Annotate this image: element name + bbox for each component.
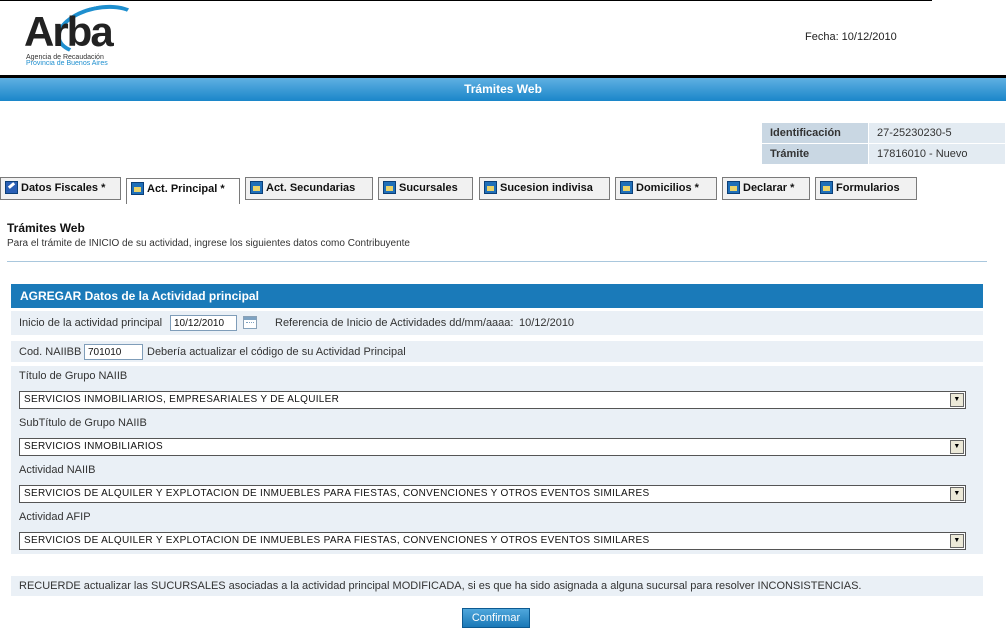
info-value: 27-25230230-5 xyxy=(869,123,1005,143)
chevron-down-icon[interactable]: ▼ xyxy=(950,393,964,407)
logo-subtitle-province: Provincia de Buenos Aires xyxy=(26,60,108,67)
info-value: 17816010 - Nuevo xyxy=(869,144,1005,164)
info-table: Identificación 27-25230230-5 Trámite 178… xyxy=(761,122,1006,165)
chevron-down-icon[interactable]: ▼ xyxy=(950,440,964,454)
folder-icon xyxy=(620,181,633,194)
tab-label: Sucursales xyxy=(399,182,458,194)
actividad-label: Actividad NAIIB xyxy=(19,464,96,476)
info-key: Trámite xyxy=(762,144,868,164)
folder-icon xyxy=(250,181,263,194)
activity-panel: AGREGAR Datos de la Actividad principal … xyxy=(11,284,983,554)
page-subtitle: Para el trámite de INICIO de su activida… xyxy=(7,238,410,249)
panel-header: AGREGAR Datos de la Actividad principal xyxy=(11,284,983,308)
folder-icon xyxy=(820,181,833,194)
band-title: Trámites Web xyxy=(0,78,1006,101)
info-row: Trámite 17816010 - Nuevo xyxy=(762,144,1005,164)
divider xyxy=(7,261,987,262)
cod-naiibb-input[interactable]: 701010 xyxy=(84,344,143,360)
subgrupo-label: SubTítulo de Grupo NAIIB xyxy=(19,417,147,429)
folder-icon xyxy=(383,181,396,194)
arba-logo: Arba Agencia de Recaudación Provincia de… xyxy=(22,0,147,67)
calendar-icon[interactable] xyxy=(243,316,257,329)
logo-text: Arba xyxy=(24,8,114,55)
folder-icon xyxy=(727,181,740,194)
chevron-down-icon[interactable]: ▼ xyxy=(950,534,964,548)
grupo-selected: SERVICIOS INMOBILIARIOS, EMPRESARIALES Y… xyxy=(24,394,340,405)
folder-icon xyxy=(484,181,497,194)
inicio-row: Inicio de la actividad principal 10/12/2… xyxy=(11,311,983,335)
title-band: Trámites Web xyxy=(0,75,1006,101)
subgrupo-selected: SERVICIOS INMOBILIARIOS xyxy=(24,441,163,452)
tab-label: Sucesion indivisa xyxy=(500,182,593,194)
cod-row: Cod. NAIIBB 701010 Debería actualizar el… xyxy=(11,341,983,362)
tab-label: Act. Secundarias xyxy=(266,182,356,194)
inicio-label: Inicio de la actividad principal xyxy=(19,317,163,329)
tab-declarar[interactable]: Declarar * xyxy=(722,177,810,200)
tab-sucesion-indivisa[interactable]: Sucesion indivisa xyxy=(479,177,610,200)
info-key: Identificación xyxy=(762,123,868,143)
edit-icon xyxy=(5,181,18,194)
confirm-button[interactable]: Confirmar xyxy=(462,608,530,628)
cod-hint: Debería actualizar el código de su Activ… xyxy=(147,346,406,358)
folder-icon xyxy=(131,182,144,195)
tab-act-principal[interactable]: Act. Principal * xyxy=(126,178,240,204)
tab-datos-fiscales[interactable]: Datos Fiscales * xyxy=(0,177,121,200)
grupo-select[interactable]: SERVICIOS INMOBILIARIOS, EMPRESARIALES Y… xyxy=(19,391,966,409)
grupo-row: Título de Grupo NAIIB SERVICIOS INMOBILI… xyxy=(11,366,983,413)
tab-label: Formularios xyxy=(836,182,900,194)
referencia-value: 10/12/2010 xyxy=(519,317,575,329)
afip-label: Actividad AFIP xyxy=(19,511,91,523)
page-title: Trámites Web xyxy=(7,221,85,235)
afip-selected: SERVICIOS DE ALQUILER Y EXPLOTACION DE I… xyxy=(24,535,650,546)
subgrupo-select[interactable]: SERVICIOS INMOBILIARIOS ▼ xyxy=(19,438,966,456)
actividad-select[interactable]: SERVICIOS DE ALQUILER Y EXPLOTACION DE I… xyxy=(19,485,966,503)
grupo-label: Título de Grupo NAIIB xyxy=(19,370,128,382)
subgrupo-row: SubTítulo de Grupo NAIIB SERVICIOS INMOB… xyxy=(11,413,983,460)
tab-domicilios[interactable]: Domicilios * xyxy=(615,177,717,200)
tab-act-secundarias[interactable]: Act. Secundarias xyxy=(245,177,373,200)
tab-sucursales[interactable]: Sucursales xyxy=(378,177,473,200)
chevron-down-icon[interactable]: ▼ xyxy=(950,487,964,501)
info-row: Identificación 27-25230230-5 xyxy=(762,123,1005,143)
tab-label: Datos Fiscales * xyxy=(21,182,106,194)
afip-select[interactable]: SERVICIOS DE ALQUILER Y EXPLOTACION DE I… xyxy=(19,532,966,550)
tab-label: Declarar * xyxy=(743,182,795,194)
tab-formularios[interactable]: Formularios xyxy=(815,177,917,200)
actividad-selected: SERVICIOS DE ALQUILER Y EXPLOTACION DE I… xyxy=(24,488,650,499)
date-label: Fecha: 10/12/2010 xyxy=(805,31,897,43)
tab-label: Domicilios * xyxy=(636,182,699,194)
afip-row: Actividad AFIP SERVICIOS DE ALQUILER Y E… xyxy=(11,507,983,554)
top-rule xyxy=(0,0,932,1)
actividad-row: Actividad NAIIB SERVICIOS DE ALQUILER Y … xyxy=(11,460,983,507)
tab-label: Act. Principal * xyxy=(147,183,225,195)
referencia-label: Referencia de Inicio de Actividades dd/m… xyxy=(275,317,514,329)
inicio-date-input[interactable]: 10/12/2010 xyxy=(170,315,237,331)
reminder-note: RECUERDE actualizar las SUCURSALES asoci… xyxy=(11,576,983,596)
cod-label: Cod. NAIIBB xyxy=(19,346,82,358)
